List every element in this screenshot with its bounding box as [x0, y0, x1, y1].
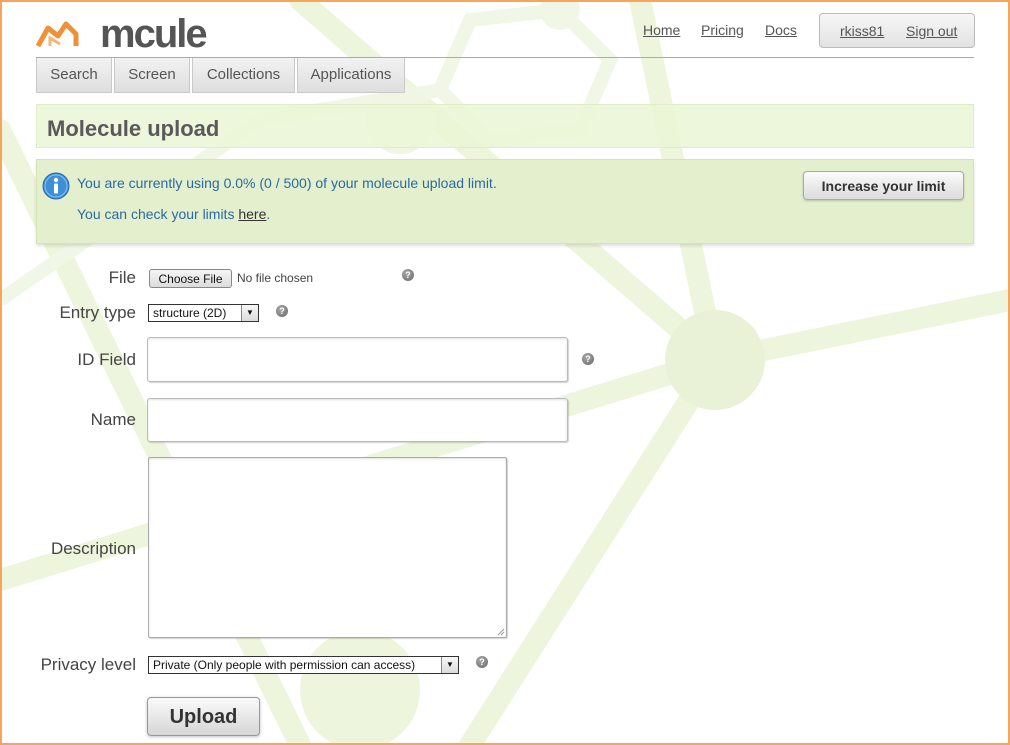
entry-type-help-icon[interactable]: ? — [276, 305, 288, 317]
tab-applications[interactable]: Applications — [297, 58, 405, 93]
username-link[interactable]: rkiss81 — [840, 23, 884, 39]
choose-file-button[interactable]: Choose File — [149, 269, 232, 288]
tab-collections[interactable]: Collections — [192, 58, 295, 93]
id-field-help-icon[interactable]: ? — [582, 353, 594, 365]
limits-here-link[interactable]: here — [238, 206, 266, 222]
logo-text: mcule — [100, 12, 208, 56]
file-label: File — [108, 268, 136, 287]
dropdown-arrow-icon: ▼ — [441, 657, 458, 673]
file-help-icon[interactable]: ? — [402, 269, 414, 281]
privacy-level-label: Privacy level — [40, 655, 136, 674]
increase-limit-button[interactable]: Increase your limit — [803, 171, 964, 200]
dropdown-arrow-icon: ▼ — [241, 305, 258, 321]
check-limits-suffix: . — [266, 206, 271, 222]
upload-button[interactable]: Upload — [147, 697, 260, 736]
privacy-help-icon[interactable]: ? — [476, 656, 488, 668]
nav-link-home[interactable]: Home — [643, 22, 680, 38]
entry-type-select[interactable]: structure (2D) ▼ — [148, 304, 259, 322]
description-textarea[interactable] — [148, 457, 507, 638]
check-limits-prefix: You can check your limits — [77, 206, 239, 222]
name-label: Name — [90, 410, 136, 429]
resize-handle-icon[interactable] — [497, 628, 505, 636]
user-box: rkiss81 Sign out — [819, 13, 975, 48]
nav-link-docs[interactable]: Docs — [765, 22, 797, 38]
id-field-label: ID Field — [77, 350, 136, 369]
nav-link-pricing[interactable]: Pricing — [701, 22, 744, 38]
file-status-text: No file chosen — [237, 271, 314, 285]
page-title-bar: Molecule upload — [36, 104, 974, 148]
sign-out-link[interactable]: Sign out — [906, 23, 957, 39]
privacy-selected-value: Private (Only people with permission can… — [153, 658, 416, 672]
info-icon — [42, 172, 70, 200]
upload-limit-info-box: You are currently using 0.0% (0 / 500) o… — [36, 159, 974, 244]
tab-screen[interactable]: Screen — [114, 58, 190, 93]
entry-type-label: Entry type — [59, 303, 136, 322]
logo-house-icon — [36, 21, 79, 48]
id-field-input[interactable] — [147, 337, 568, 382]
check-limits-text: You can check your limits here. — [77, 206, 270, 222]
entry-type-selected-value: structure (2D) — [153, 306, 227, 320]
description-label: Description — [50, 539, 136, 558]
name-input[interactable] — [147, 398, 568, 442]
page-title: Molecule upload — [47, 116, 220, 141]
privacy-level-select[interactable]: Private (Only people with permission can… — [148, 656, 459, 674]
tab-search[interactable]: Search — [36, 58, 112, 93]
mcule-logo[interactable]: mcule — [36, 10, 208, 56]
usage-text: You are currently using 0.0% (0 / 500) o… — [77, 175, 497, 191]
